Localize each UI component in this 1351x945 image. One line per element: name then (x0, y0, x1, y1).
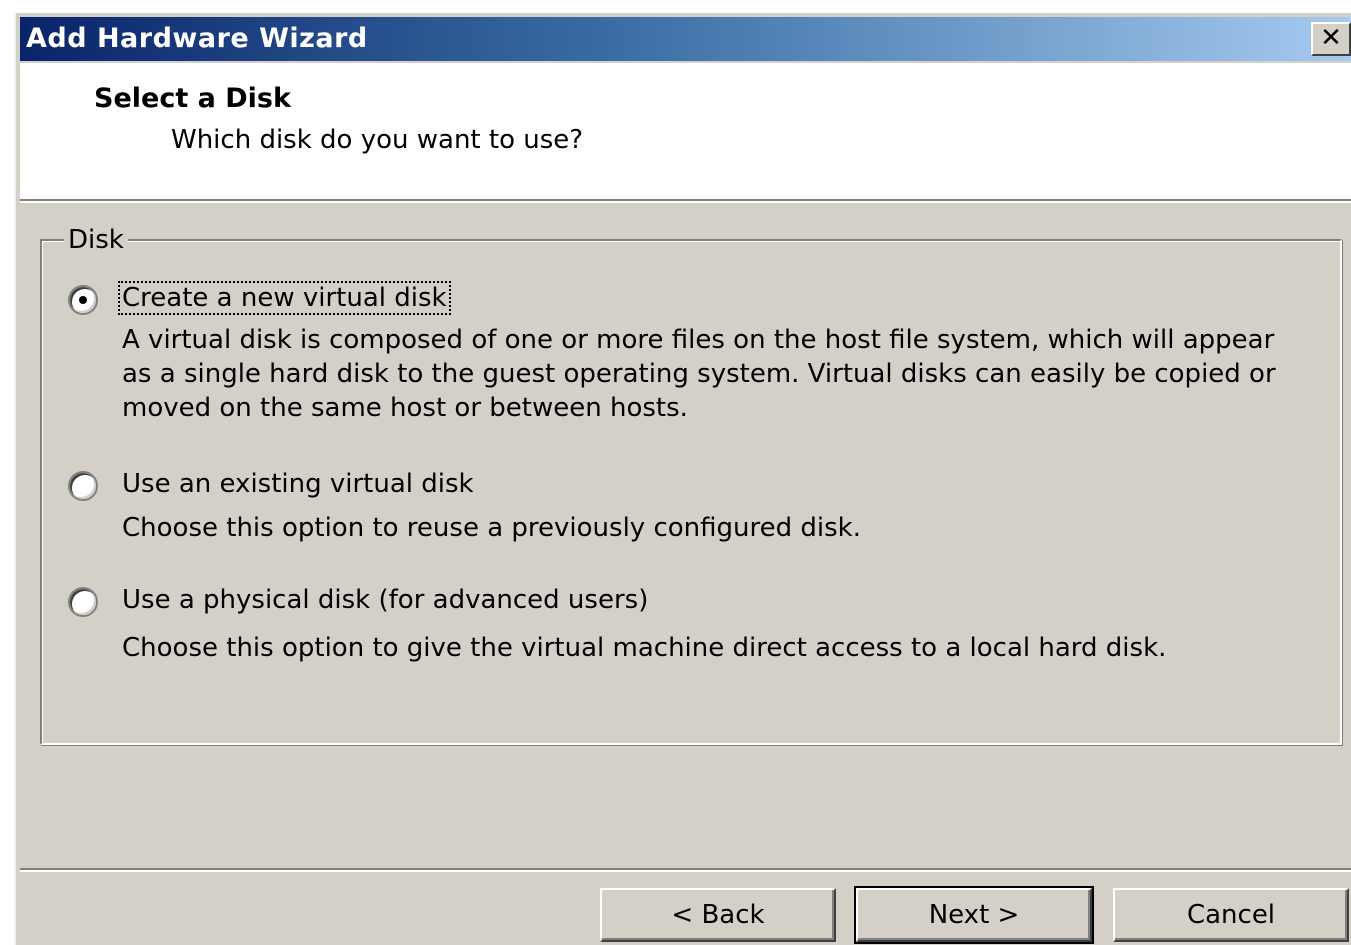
option-label-text: Create a new virtual disk (122, 283, 447, 313)
option-label-create-new[interactable]: Create a new virtual disk (118, 281, 451, 315)
radio-selected-dot-icon (79, 296, 87, 304)
disk-group-legend: Disk (64, 225, 128, 255)
cancel-button[interactable]: Cancel (1113, 888, 1349, 942)
footer-separator (20, 868, 1351, 872)
radio-use-existing-virtual-disk[interactable] (68, 471, 98, 501)
option-description-use-existing: Choose this option to reuse a previously… (122, 513, 861, 543)
add-hardware-wizard-window: Add Hardware Wizard ✕ Select a Disk Whic… (14, 11, 1351, 945)
page-title: Select a Disk (94, 83, 291, 114)
window-title: Add Hardware Wizard (26, 23, 368, 54)
next-button[interactable]: Next > (854, 886, 1094, 944)
option-label-use-physical[interactable]: Use a physical disk (for advanced users) (120, 585, 650, 615)
radio-use-physical-disk[interactable] (68, 587, 98, 617)
title-bar[interactable]: Add Hardware Wizard ✕ (20, 17, 1351, 61)
close-button[interactable]: ✕ (1311, 22, 1351, 56)
option-description-use-physical: Choose this option to give the virtual m… (122, 633, 1167, 663)
wizard-header: Select a Disk Which disk do you want to … (20, 63, 1351, 203)
back-button[interactable]: < Back (600, 888, 836, 942)
disk-groupbox: Disk Create a new virtual disk A virtual… (40, 225, 1342, 745)
option-label-use-existing[interactable]: Use an existing virtual disk (120, 469, 476, 499)
page-subtitle: Which disk do you want to use? (171, 125, 584, 155)
close-icon: ✕ (1320, 23, 1342, 53)
option-description-create-new: A virtual disk is composed of one or mor… (122, 325, 1276, 423)
radio-create-new-virtual-disk[interactable] (68, 285, 98, 315)
